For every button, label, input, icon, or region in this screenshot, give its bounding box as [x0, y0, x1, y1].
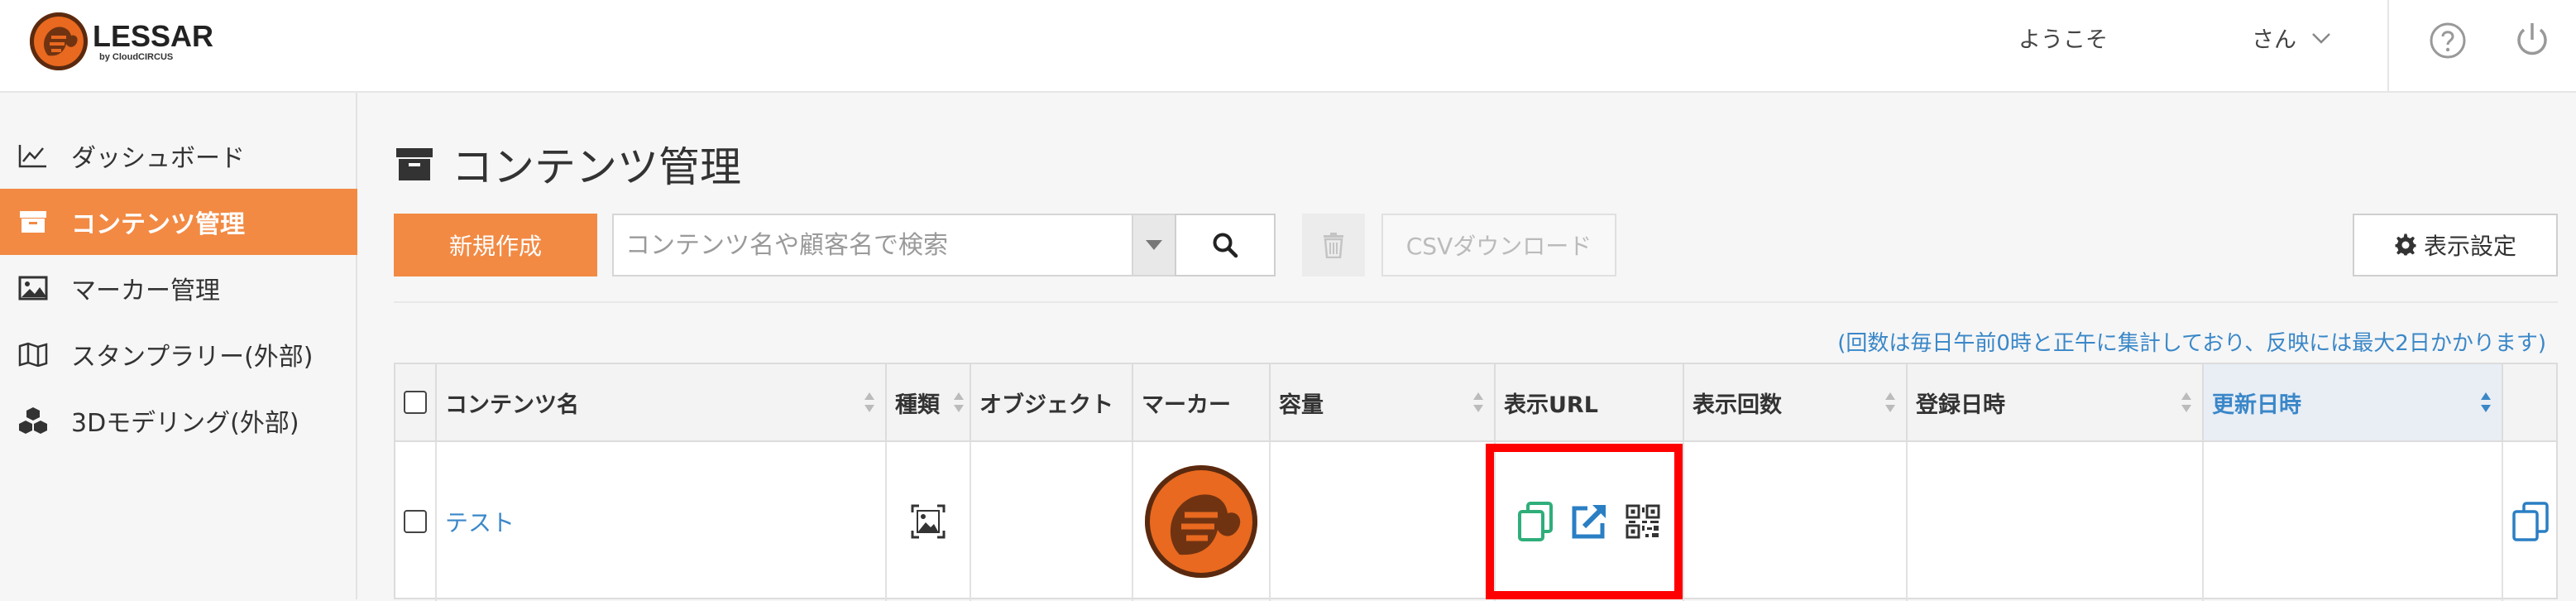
sidebar: ダッシュボード コンテンツ管理 マーカー管理 スタンプラリー(外部) 3Dモデリ… — [0, 93, 357, 599]
app-header: LESSAR by CloudCIRCUS ようこそ さん — [0, 0, 2576, 93]
column-header-actions — [2503, 364, 2558, 440]
page-title-text: コンテンツ管理 — [452, 143, 741, 191]
map-icon — [17, 338, 50, 371]
power-icon[interactable] — [2511, 18, 2553, 60]
select-all-cell — [395, 364, 437, 440]
gear-icon — [2395, 233, 2416, 256]
highlight-annotation — [1486, 444, 1683, 599]
search-box — [612, 214, 1175, 276]
logo-sub: by CloudCIRCUS — [99, 51, 174, 62]
sort-icon — [1885, 392, 1895, 412]
column-header-url: 表示URL — [1496, 364, 1684, 440]
csv-download-button[interactable]: CSVダウンロード — [1381, 214, 1616, 276]
object-cell — [971, 442, 1133, 601]
aggregation-note: (回数は毎日午前0時と正午に集計しており、反映には最大2日かかります) — [1837, 331, 2546, 356]
search-icon — [1213, 233, 1238, 258]
image-icon — [17, 272, 50, 305]
content-name-link[interactable]: テスト — [445, 505, 515, 538]
row-actions-cell — [2503, 442, 2558, 601]
toolbar-divider — [394, 301, 2558, 303]
content-type-cell — [887, 442, 971, 601]
delete-button[interactable] — [1302, 214, 1365, 276]
search-input[interactable] — [614, 215, 1140, 275]
sidebar-item-markers[interactable]: マーカー管理 — [0, 255, 357, 321]
column-header-name[interactable]: コンテンツ名 — [437, 364, 887, 440]
registered-cell — [1908, 442, 2204, 601]
trash-icon — [1324, 233, 1343, 258]
user-name: さん — [2252, 27, 2296, 53]
app-logo[interactable]: LESSAR by CloudCIRCUS — [30, 10, 213, 73]
table-header: コンテンツ名 種類 オブジェクト マーカー 容量 表示URL 表示回数 登録日時 — [395, 364, 2556, 442]
size-cell — [1271, 442, 1496, 601]
sort-desc-icon — [2481, 392, 2491, 412]
welcome-text: ようこそ — [2018, 27, 2108, 53]
archive-icon — [17, 205, 50, 238]
help-icon[interactable] — [2429, 22, 2467, 60]
image-frame-icon — [911, 504, 946, 539]
column-header-marker: マーカー — [1133, 364, 1271, 440]
column-header-views[interactable]: 表示回数 — [1684, 364, 1908, 440]
display-settings-button[interactable]: 表示設定 — [2353, 214, 2558, 276]
sidebar-item-dashboard[interactable]: ダッシュボード — [0, 123, 357, 189]
caret-down-icon — [1146, 240, 1162, 250]
chevron-down-icon — [2312, 32, 2330, 44]
user-menu[interactable]: さん — [2252, 22, 2331, 54]
sidebar-item-3d-modeling[interactable]: 3Dモデリング(外部) — [0, 387, 357, 454]
sidebar-item-contents[interactable]: コンテンツ管理 — [0, 189, 357, 255]
sidebar-item-label: コンテンツ管理 — [71, 210, 245, 239]
cubes-icon — [17, 404, 50, 437]
display-settings-label: 表示設定 — [2423, 233, 2516, 260]
column-header-size[interactable]: 容量 — [1271, 364, 1496, 440]
sidebar-item-label: ダッシュボード — [71, 144, 245, 173]
column-header-updated[interactable]: 更新日時 — [2204, 364, 2503, 440]
page-title: コンテンツ管理 — [395, 134, 741, 194]
chart-line-icon — [17, 139, 50, 172]
sort-icon — [2181, 392, 2191, 412]
sidebar-item-label: 3Dモデリング(外部) — [71, 409, 299, 438]
logo-squirrel-icon — [30, 12, 88, 70]
column-header-object: オブジェクト — [971, 364, 1133, 440]
search-button[interactable] — [1175, 214, 1276, 276]
marker-thumbnail[interactable] — [1145, 465, 1257, 578]
sidebar-item-stamp-rally[interactable]: スタンプラリー(外部) — [0, 321, 357, 387]
sort-icon — [1473, 392, 1483, 412]
sort-icon — [864, 392, 874, 412]
header-divider — [2387, 0, 2389, 93]
archive-icon — [396, 148, 433, 180]
row-select-cell — [395, 442, 437, 601]
new-content-button[interactable]: 新規作成 — [394, 214, 597, 276]
row-checkbox[interactable] — [404, 510, 427, 533]
marker-cell — [1133, 442, 1271, 601]
content-name-cell: テスト — [437, 442, 887, 601]
logo-name: LESSAR — [93, 18, 214, 53]
column-header-registered[interactable]: 登録日時 — [1908, 364, 2204, 440]
sidebar-item-label: マーカー管理 — [71, 276, 220, 305]
search-dropdown-toggle[interactable] — [1132, 214, 1176, 276]
views-cell — [1684, 442, 1908, 601]
content-table: コンテンツ名 種類 オブジェクト マーカー 容量 表示URL 表示回数 登録日時 — [394, 363, 2558, 601]
duplicate-icon[interactable] — [2512, 502, 2549, 541]
sort-icon — [954, 392, 964, 412]
sidebar-item-label: スタンプラリー(外部) — [71, 343, 314, 372]
column-header-type[interactable]: 種類 — [887, 364, 971, 440]
updated-cell — [2204, 442, 2503, 601]
select-all-checkbox[interactable] — [404, 391, 427, 414]
